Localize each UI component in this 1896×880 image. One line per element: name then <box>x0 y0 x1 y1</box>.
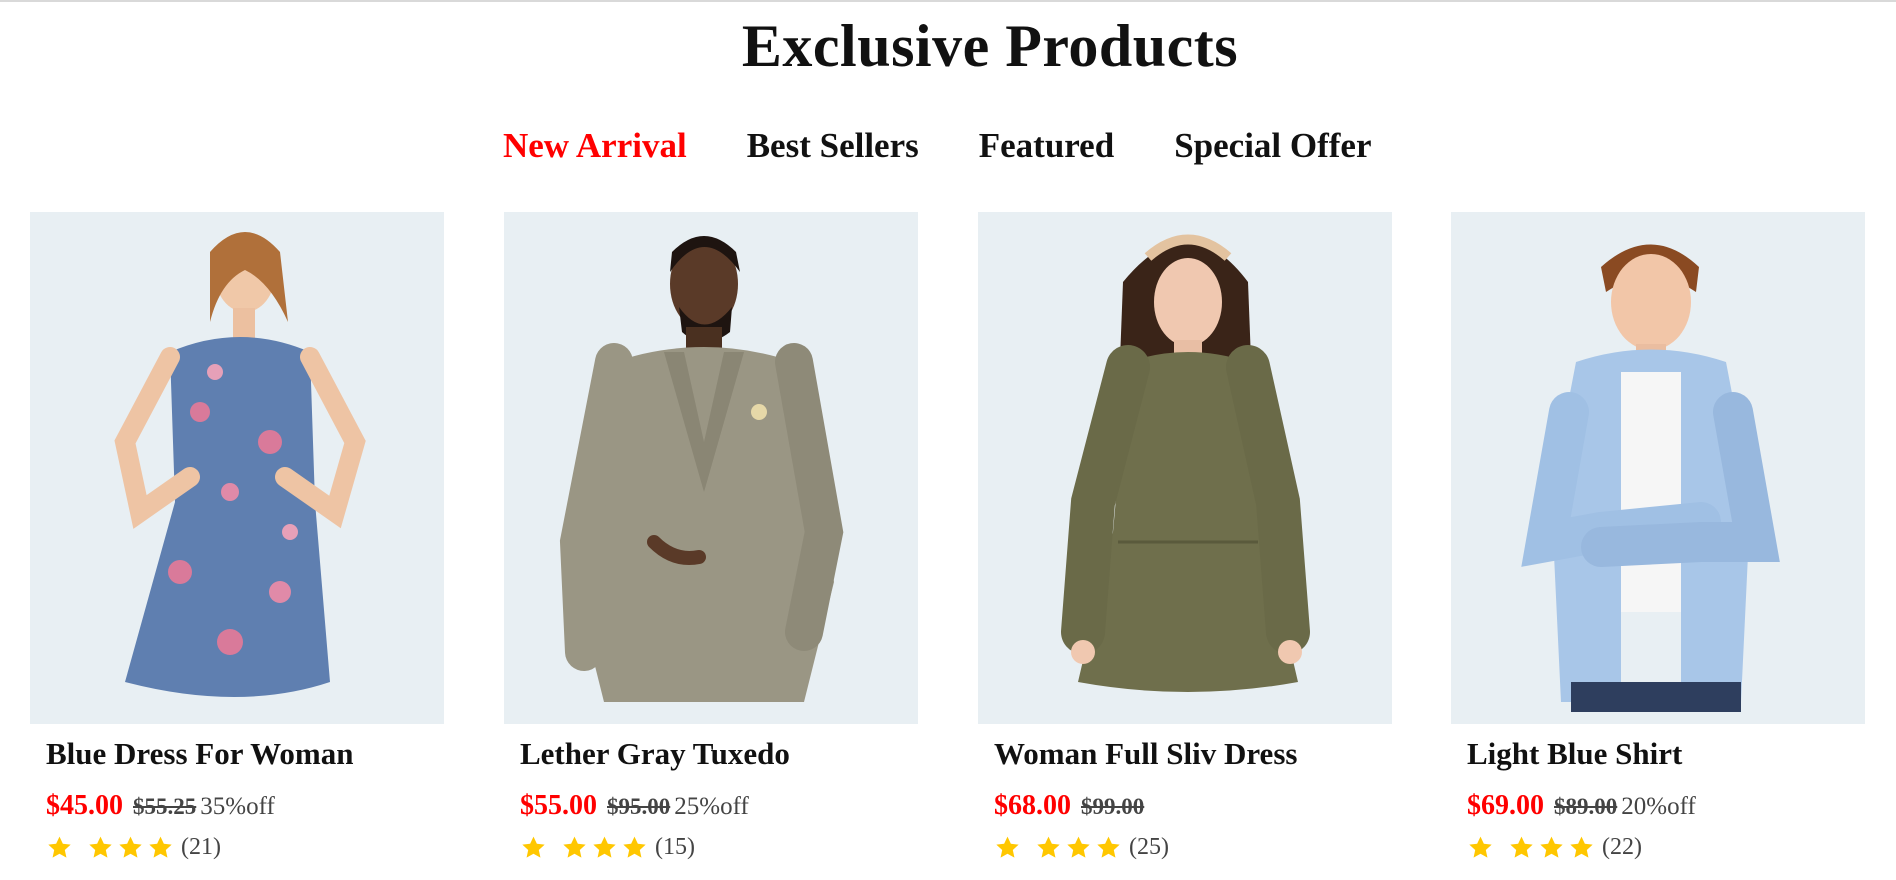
tab-featured[interactable]: Featured <box>979 126 1114 166</box>
price-row: $68.00 $99.00 <box>994 790 1148 822</box>
discount-label: 35%off <box>200 793 275 820</box>
star-icon <box>1067 836 1090 858</box>
rating: (22) <box>1467 834 1642 861</box>
product-image[interactable] <box>30 212 444 724</box>
price-row: $69.00 $89.00 20%off <box>1467 790 1696 822</box>
man-gray-tweed-jacket-photo <box>559 236 844 702</box>
star-icon <box>119 836 142 858</box>
product-name[interactable]: Light Blue Shirt <box>1467 736 1682 772</box>
product-image[interactable] <box>978 212 1392 724</box>
tab-new-arrival[interactable]: New Arrival <box>503 126 687 166</box>
star-icon <box>623 836 646 858</box>
rating: (25) <box>994 834 1169 861</box>
original-price: $55.25 <box>133 794 197 819</box>
product-card[interactable]: Light Blue Shirt $69.00 $89.00 20%off (22) <box>1451 212 1865 880</box>
star-icon <box>1510 836 1533 858</box>
rating-count: (15) <box>655 834 695 860</box>
product-card[interactable]: Woman Full Sliv Dress $68.00 $99.00 (25) <box>978 212 1392 880</box>
star-icon <box>1037 836 1060 858</box>
sale-price: $55.00 <box>520 790 597 821</box>
boy-light-blue-shirt-photo <box>1521 244 1780 712</box>
top-border <box>0 0 1896 2</box>
price-row: $45.00 $55.25 35%off <box>46 790 275 822</box>
star-icon <box>522 836 545 858</box>
rating-count: (22) <box>1602 834 1642 860</box>
product-image[interactable] <box>504 212 918 724</box>
star-icon <box>996 836 1019 858</box>
product-card[interactable]: Blue Dress For Woman $45.00 $55.25 35%off … <box>30 212 444 880</box>
discount-label: 20%off <box>1621 793 1696 820</box>
section-title: Exclusive Products <box>741 13 1239 79</box>
product-tabs: New Arrival Best Sellers Featured Specia… <box>503 122 1372 170</box>
rating-count: (21) <box>181 834 221 860</box>
star-icon <box>1097 836 1120 858</box>
product-name[interactable]: Woman Full Sliv Dress <box>994 736 1297 772</box>
star-icon <box>149 836 172 858</box>
rating: (21) <box>46 834 221 861</box>
woman-olive-dress-photo <box>1061 234 1310 692</box>
star-icon <box>48 836 71 858</box>
discount-label: 25%off <box>674 793 749 820</box>
rating-count: (25) <box>1129 834 1169 860</box>
product-image[interactable] <box>1451 212 1865 724</box>
original-price: $99.00 <box>1081 794 1145 819</box>
star-icon <box>1469 836 1492 858</box>
star-icon <box>1540 836 1563 858</box>
product-name[interactable]: Blue Dress For Woman <box>46 736 353 772</box>
sale-price: $68.00 <box>994 790 1071 821</box>
product-name[interactable]: Lether Gray Tuxedo <box>520 736 790 772</box>
price-row: $55.00 $95.00 25%off <box>520 790 749 822</box>
woman-floral-dress-photo <box>114 232 366 697</box>
tab-special-offer[interactable]: Special Offer <box>1174 126 1371 166</box>
original-price: $89.00 <box>1554 794 1618 819</box>
product-card[interactable]: Lether Gray Tuxedo $55.00 $95.00 25%off (1… <box>504 212 918 880</box>
star-icon <box>563 836 586 858</box>
sale-price: $69.00 <box>1467 790 1544 821</box>
rating: (15) <box>520 834 695 861</box>
original-price: $95.00 <box>607 794 671 819</box>
sale-price: $45.00 <box>46 790 123 821</box>
star-icon <box>89 836 112 858</box>
star-icon <box>1570 836 1593 858</box>
star-icon <box>593 836 616 858</box>
tab-best-sellers[interactable]: Best Sellers <box>747 126 919 166</box>
